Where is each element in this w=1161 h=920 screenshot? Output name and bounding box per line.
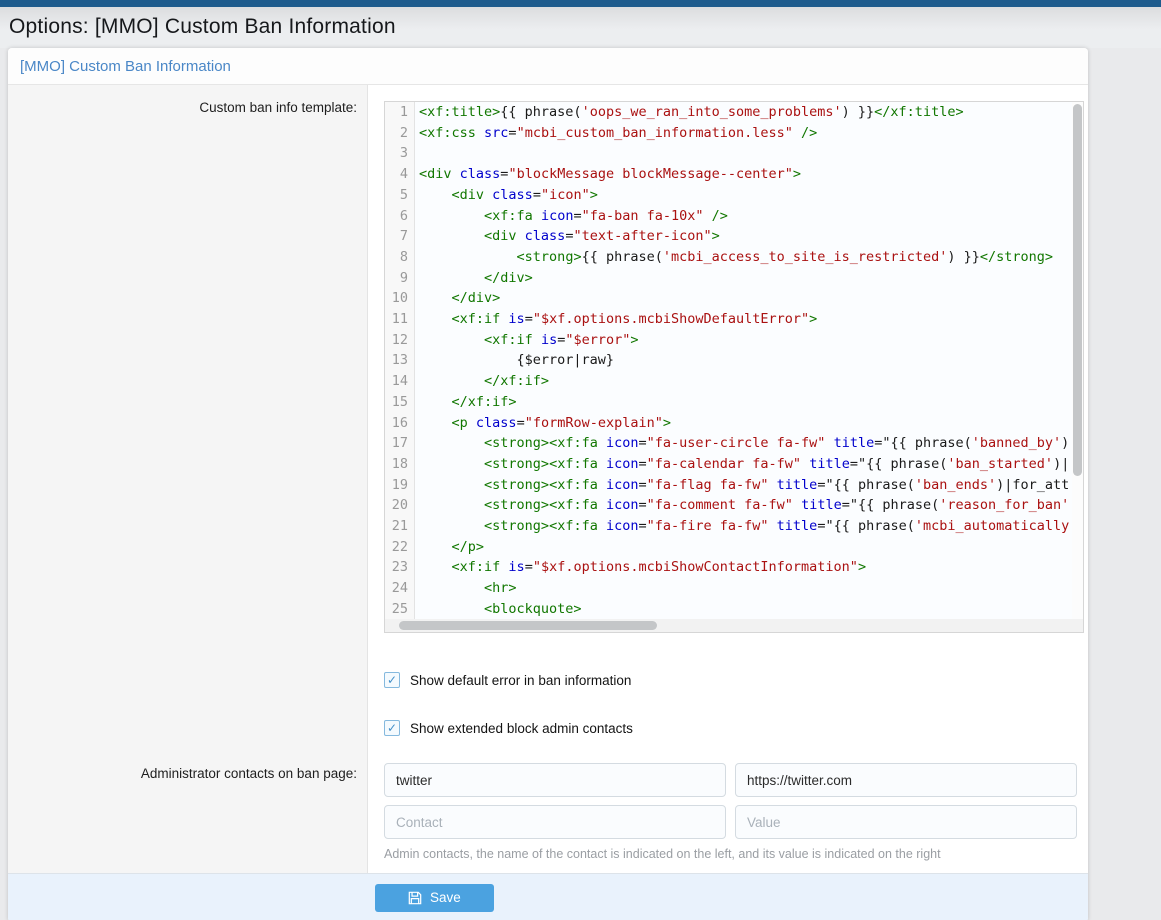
contact-pair-row [384, 763, 1077, 797]
contacts-list-form-row: Administrator contacts on ban page: Admi… [8, 753, 1088, 873]
horizontal-scrollbar-thumb[interactable] [399, 621, 657, 630]
checkbox-label: Show extended block admin contacts [410, 721, 633, 736]
contact-value-input-1[interactable] [735, 763, 1077, 797]
page-title: Options: [MMO] Custom Ban Information [9, 15, 1161, 39]
default-error-form-row: ✓ Show default error in ban information [8, 657, 1088, 705]
save-button-label: Save [430, 890, 461, 905]
contact-name-input-2[interactable] [384, 805, 726, 839]
options-panel: [MMO] Custom Ban Information Custom ban … [8, 48, 1088, 920]
page-header: Options: [MMO] Custom Ban Information [0, 7, 1161, 48]
contact-name-input-1[interactable] [384, 763, 726, 797]
checkbox-checked-icon[interactable]: ✓ [384, 672, 400, 688]
template-form-row: Custom ban info template: 12345678910111… [8, 85, 1088, 657]
checkbox-label: Show default error in ban information [410, 673, 631, 688]
contacts-label: Administrator contacts on ban page: [8, 753, 368, 873]
checkbox-show-default-error[interactable]: ✓ Show default error in ban information [384, 672, 1076, 688]
checkbox-show-extended-contacts[interactable]: ✓ Show extended block admin contacts [384, 720, 1076, 736]
top-accent-bar [0, 0, 1161, 7]
template-label: Custom ban info template: [8, 85, 368, 657]
code-editor-lines: <xf:title>{{ phrase('oops_we_ran_into_so… [415, 102, 1083, 619]
vertical-scrollbar-thumb[interactable] [1073, 104, 1082, 476]
code-editor-gutter: 1234567891011121314151617181920212223242… [385, 102, 415, 619]
code-editor[interactable]: 1234567891011121314151617181920212223242… [384, 101, 1084, 633]
editor-horizontal-scrollbar[interactable] [385, 619, 1083, 632]
contact-pair-row [384, 805, 1077, 839]
contact-value-input-2[interactable] [735, 805, 1077, 839]
panel-section-title: [MMO] Custom Ban Information [8, 48, 1088, 85]
editor-vertical-scrollbar[interactable] [1072, 102, 1083, 619]
save-button[interactable]: Save [375, 884, 494, 912]
checkbox-checked-icon[interactable]: ✓ [384, 720, 400, 736]
footer-bar: Save [8, 873, 1088, 920]
admin-contacts-form-row: ✓ Show extended block admin contacts [8, 705, 1088, 753]
save-icon [408, 891, 422, 905]
contacts-explain-text: Admin contacts, the name of the contact … [384, 847, 1077, 861]
